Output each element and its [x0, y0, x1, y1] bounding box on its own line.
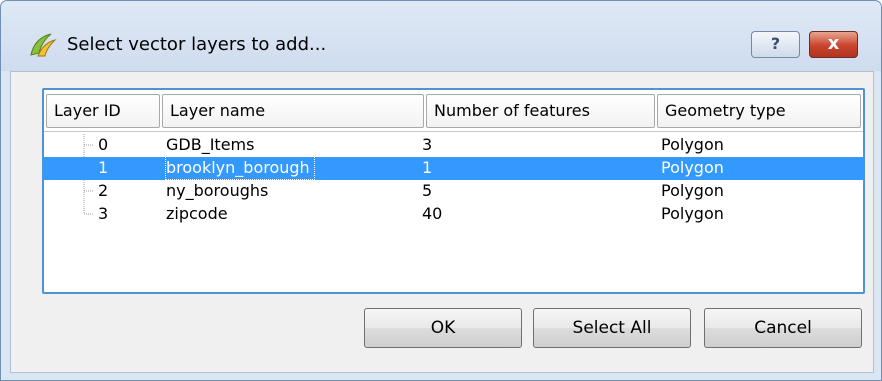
layer-id: 1 [98, 158, 109, 177]
close-button[interactable]: x [809, 31, 858, 58]
feature-count: 40 [422, 204, 443, 223]
column-header-layer-id[interactable]: Layer ID [46, 94, 160, 128]
column-header-layer-name[interactable]: Layer name [162, 94, 424, 128]
close-icon: x [827, 33, 840, 54]
geometry-type: Polygon [661, 135, 724, 154]
layer-name: GDB_Items [166, 135, 255, 154]
dialog-title: Select vector layers to add... [67, 34, 327, 55]
qgis-icon [30, 33, 57, 57]
dialog-window: Select vector layers to add... ? x Layer… [0, 0, 882, 381]
layer-id: 2 [98, 181, 109, 200]
help-button[interactable]: ? [751, 31, 800, 58]
feature-count: 1 [422, 158, 433, 177]
table-row-0[interactable]: 0 GDB_Items 3 Polygon [44, 134, 863, 157]
layers-table[interactable]: Layer ID Layer name Number of features G… [42, 88, 865, 294]
layer-id: 3 [98, 204, 109, 223]
layer-name: ny_boroughs [166, 181, 269, 200]
layer-id: 0 [98, 135, 109, 154]
geometry-type: Polygon [661, 158, 724, 177]
layer-name: brooklyn_borough [165, 156, 315, 180]
table-row-3[interactable]: 3 zipcode 40 Polygon [44, 203, 863, 226]
select-all-button[interactable]: Select All [533, 308, 691, 348]
layer-name: zipcode [166, 204, 228, 223]
cancel-button[interactable]: Cancel [704, 308, 862, 348]
geometry-type: Polygon [661, 204, 724, 223]
table-header: Layer ID Layer name Number of features G… [44, 90, 863, 132]
dialog-body: Layer ID Layer name Number of features G… [10, 71, 874, 373]
feature-count: 5 [422, 181, 433, 200]
title-bar[interactable]: Select vector layers to add... ? x [1, 1, 881, 71]
column-header-geometry-type[interactable]: Geometry type [657, 94, 861, 128]
column-header-number-of-features[interactable]: Number of features [426, 94, 655, 128]
table-row-1[interactable]: 1 brooklyn_borough 1 Polygon [44, 156, 863, 180]
table-row-2[interactable]: 2 ny_boroughs 5 Polygon [44, 180, 863, 203]
geometry-type: Polygon [661, 181, 724, 200]
feature-count: 3 [422, 135, 433, 154]
ok-button[interactable]: OK [364, 308, 522, 348]
